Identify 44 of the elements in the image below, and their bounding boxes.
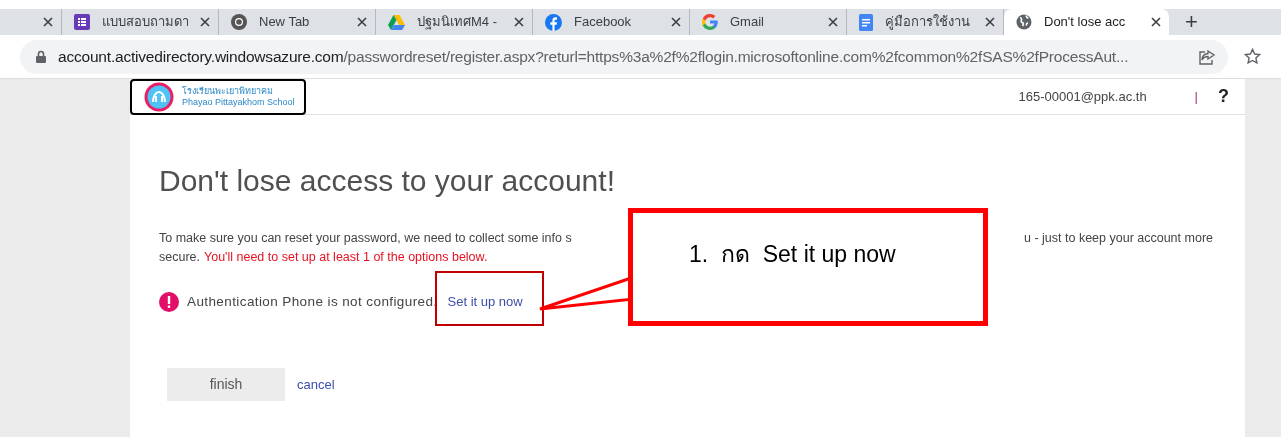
tab-title: คู่มือการใช้งาน [885,13,971,32]
globe-icon [1016,14,1032,30]
intro-text: u - just to keep your account more [1024,230,1213,247]
new-tab-button[interactable]: + [1185,11,1198,33]
facebook-icon [545,13,562,31]
close-icon[interactable] [828,17,838,27]
url-text: account.activedirectory.windowsazure.com/passwordreset/register.aspx?returl=https%3a%2f%2flogin.microsoftonline.com%2fcommon%2fSAS%2fProcessAut... [58,46,1130,67]
user-email: 165-00001@ppk.ac.th [1018,87,1147,106]
tab-title: New Tab [259,13,311,32]
close-icon[interactable] [357,17,367,27]
tab-title: ปฐมนิเทศM4 - [417,13,498,32]
intro-text: secure. [159,249,200,266]
close-icon[interactable] [985,17,995,27]
page-heading: Don't lose access to your account! [159,163,616,199]
close-icon[interactable] [43,17,53,27]
logo-title: โรงเรียนพะเยาพิทยาคม [182,85,274,97]
separator: | [1194,87,1198,106]
lock-icon [36,50,46,63]
browser-tab[interactable]: Don't lose acc [1004,9,1169,35]
error-icon [159,292,179,313]
close-icon[interactable] [514,17,524,27]
close-icon[interactable] [200,17,210,27]
tab-title: แบบสอบถามดา [102,13,188,32]
warning-text: You'll need to set up at least 1 of the options below. [204,249,488,266]
help-link[interactable]: ? [1218,83,1229,110]
callout-text: 1. กด Set it up now [689,241,896,267]
document-icon [859,13,873,31]
close-icon[interactable] [671,17,681,27]
tab-title: Gmail [730,13,765,32]
finish-button[interactable]: finish [167,368,285,402]
share-icon[interactable] [1198,48,1216,65]
drive-icon [388,14,405,30]
address-bar[interactable]: account.activedirectory.windowsazure.com/passwordreset/register.aspx?returl=https%3a%2f%2flogin.microsoftonline.com%2fcommon%2fSAS%2fProcessAut... [20,39,1228,74]
cancel-link[interactable]: cancel [297,375,335,395]
setup-link[interactable]: Set it up now [447,292,523,312]
intro-text: To make sure you can reset your password, we need to collect some info s [159,230,572,247]
close-icon[interactable] [1151,17,1161,27]
logo-subtitle: Phayao Pittayakhom School [182,96,295,108]
form-icon [74,14,90,30]
google-icon [702,14,718,30]
status-text: Authentication Phone is not configured. [187,293,438,311]
star-icon[interactable] [1244,48,1261,65]
tab-title: Don't lose acc [1044,13,1127,32]
tab-title: Facebook [574,13,633,32]
